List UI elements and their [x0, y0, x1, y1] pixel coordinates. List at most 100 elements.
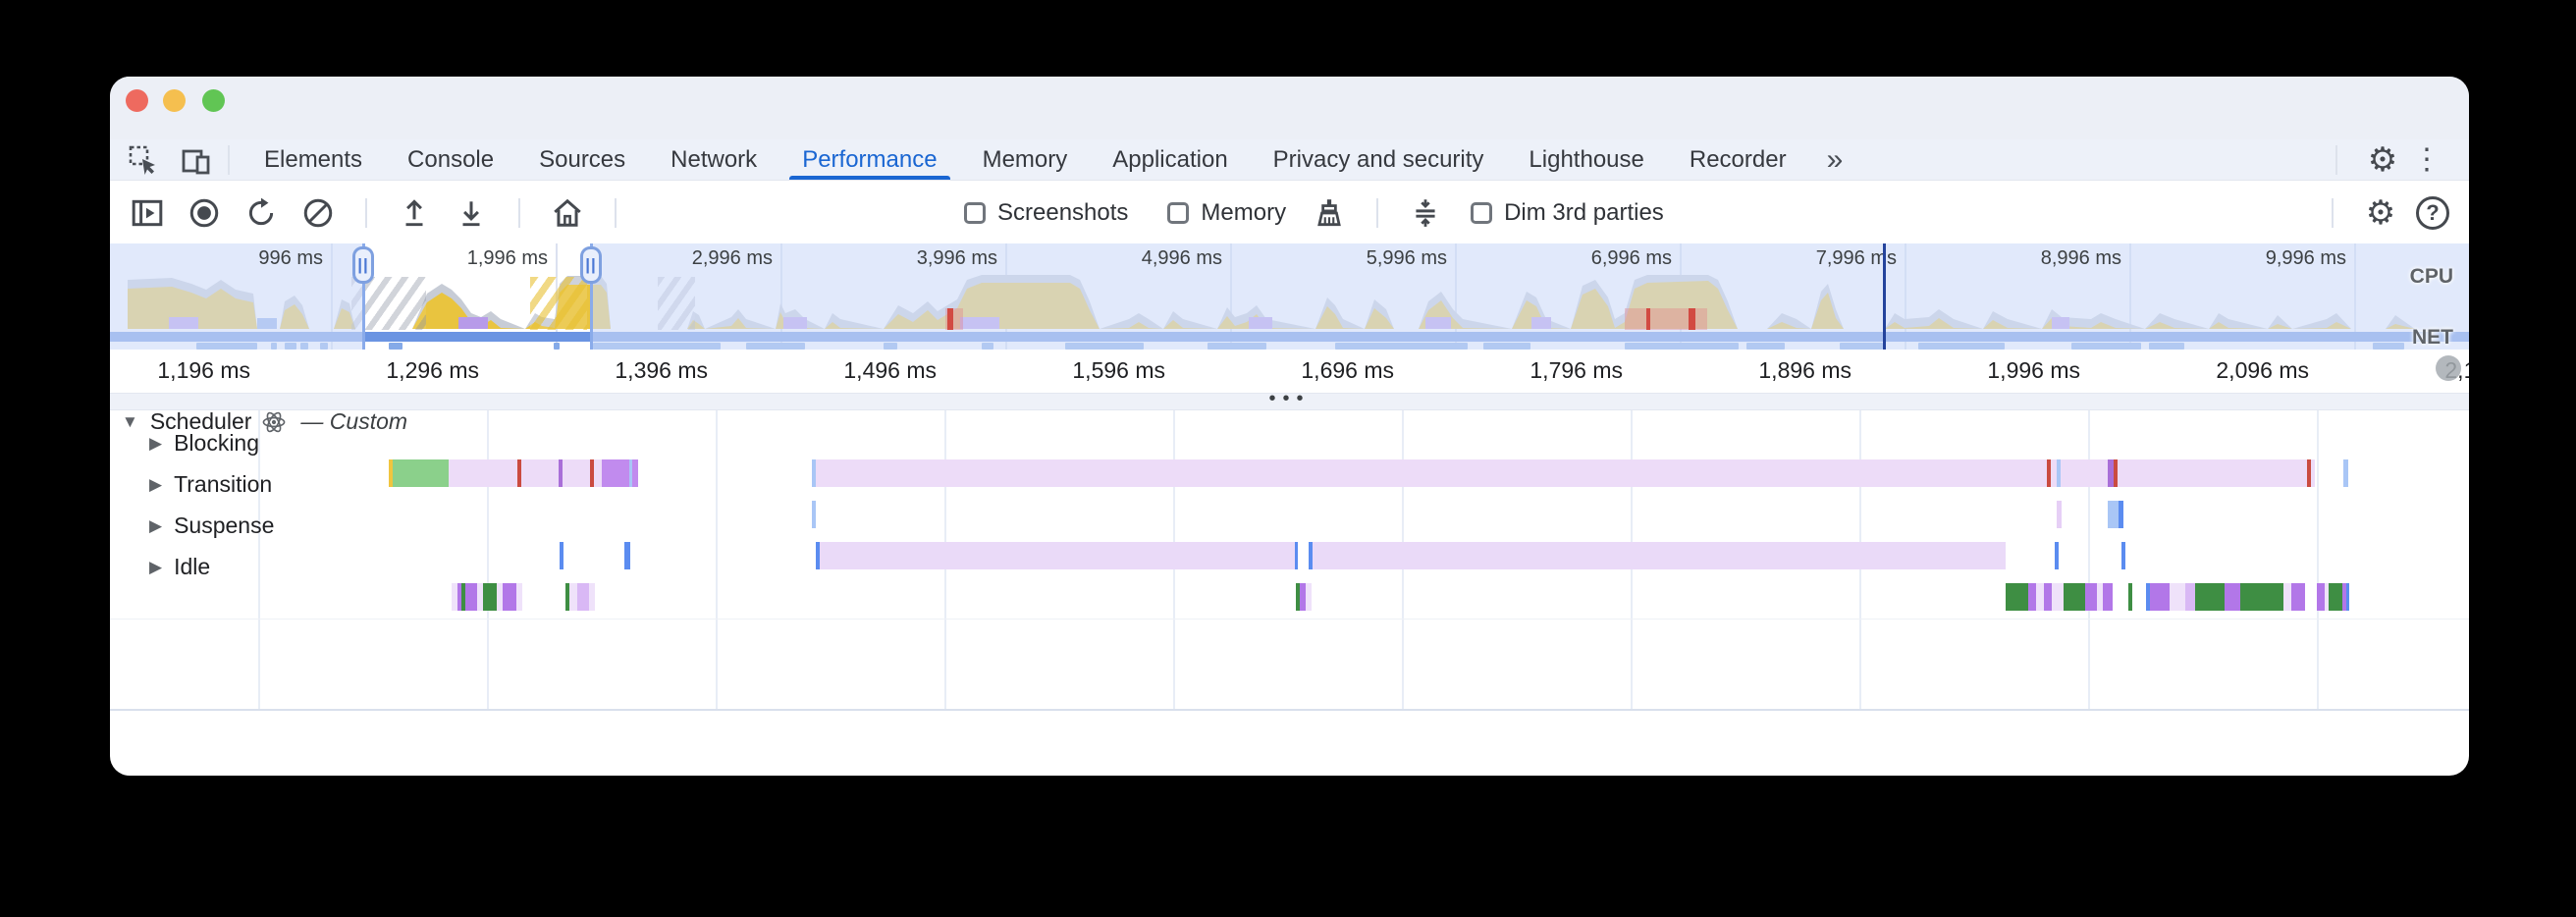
inspect-element-icon[interactable] [124, 143, 163, 177]
idle-span[interactable] [2006, 583, 2028, 611]
transition-span[interactable] [2119, 501, 2123, 528]
playhead-line[interactable] [1883, 243, 1886, 350]
zoom-window-button[interactable] [202, 89, 225, 112]
capture-settings-gear-icon[interactable]: ⚙ [2359, 191, 2402, 235]
tab-console[interactable]: Console [385, 139, 516, 180]
idle-span[interactable] [2028, 583, 2036, 611]
dim-3rd-parties-checkbox-group[interactable]: Dim 3rd parties [1471, 199, 1664, 227]
reload-and-record-icon[interactable] [240, 191, 283, 235]
idle-span[interactable] [503, 583, 516, 611]
blocking-span[interactable] [816, 459, 2047, 487]
idle-span[interactable] [2225, 583, 2240, 611]
idle-span[interactable] [2283, 583, 2291, 611]
blocking-span[interactable] [2061, 459, 2108, 487]
idle-span[interactable] [2346, 583, 2349, 611]
minimize-window-button[interactable] [163, 89, 186, 112]
screenshots-checkbox-group[interactable]: Screenshots [964, 199, 1128, 227]
suspense-span[interactable] [1295, 542, 1298, 569]
idle-span[interactable] [2150, 583, 2170, 611]
help-icon[interactable]: ? [2416, 196, 2449, 230]
suspense-span[interactable] [820, 542, 1295, 569]
idle-span[interactable] [2240, 583, 2283, 611]
idle-span[interactable] [2317, 583, 2325, 611]
idle-span[interactable] [2128, 583, 2132, 611]
toggle-sidebar-icon[interactable] [126, 191, 169, 235]
suspense-span[interactable] [560, 542, 564, 569]
suspense-span[interactable] [1313, 542, 2006, 569]
screenshots-checkbox[interactable] [964, 202, 986, 224]
blocking-span[interactable] [393, 459, 449, 487]
tab-privacy-and-security[interactable]: Privacy and security [1251, 139, 1507, 180]
blocking-span[interactable] [2311, 459, 2315, 487]
download-profile-icon[interactable] [450, 191, 493, 235]
scrollbar-thumb[interactable] [2436, 355, 2461, 381]
transition-span[interactable] [812, 501, 816, 528]
blocking-span[interactable] [563, 459, 590, 487]
idle-span[interactable] [516, 583, 522, 611]
tab-recorder[interactable]: Recorder [1667, 139, 1809, 180]
close-window-button[interactable] [126, 89, 148, 112]
long-task-marker-tick [1689, 308, 1695, 330]
scheduler-track-area[interactable]: ▼Scheduler— Custom▶Blocking▶Transition▶S… [110, 410, 2469, 709]
overview-tick-label: 5,996 ms [1280, 247, 1447, 270]
tab-memory[interactable]: Memory [960, 139, 1091, 180]
blocking-span[interactable] [521, 459, 559, 487]
tab-network[interactable]: Network [648, 139, 779, 180]
kebab-menu-icon[interactable]: ⋮ [2402, 142, 2451, 177]
memory-checkbox[interactable] [1167, 202, 1189, 224]
blocking-span[interactable] [2343, 459, 2348, 487]
idle-span[interactable] [2291, 583, 2305, 611]
suspense-span[interactable] [2121, 542, 2125, 569]
idle-span[interactable] [2329, 583, 2342, 611]
idle-span[interactable] [2064, 583, 2085, 611]
settings-gear-icon[interactable]: ⚙ [2363, 143, 2402, 177]
idle-span[interactable] [577, 583, 589, 611]
idle-span[interactable] [2085, 583, 2097, 611]
dim-3rd-parties-checkbox[interactable] [1471, 202, 1492, 224]
idle-span[interactable] [2052, 583, 2064, 611]
blocking-span[interactable] [594, 459, 602, 487]
idle-span[interactable] [483, 583, 497, 611]
tab-elements[interactable]: Elements [242, 139, 385, 180]
idle-span[interactable] [589, 583, 595, 611]
garbage-collect-icon[interactable] [1308, 191, 1351, 235]
selection-right-handle[interactable]: || [580, 246, 602, 284]
suspense-span[interactable] [2055, 542, 2059, 569]
idle-span[interactable] [2185, 583, 2195, 611]
transition-span[interactable] [2057, 501, 2062, 528]
memory-checkbox-group[interactable]: Memory [1167, 199, 1286, 227]
tab-lighthouse[interactable]: Lighthouse [1506, 139, 1666, 180]
more-tabs-icon[interactable]: » [1809, 143, 1857, 177]
suspense-span[interactable] [624, 542, 630, 569]
timeline-overview[interactable]: 996 ms1,996 ms2,996 ms3,996 ms4,996 ms5,… [110, 243, 2469, 350]
drag-dots-icon: ••• [1268, 394, 1310, 404]
expand-triangle-icon[interactable]: ▶ [149, 434, 162, 454]
collapse-triangle-icon[interactable]: ▼ [122, 412, 138, 432]
idle-span[interactable] [2170, 583, 2185, 611]
idle-span[interactable] [1306, 583, 1312, 611]
device-toolbar-icon[interactable] [177, 143, 216, 177]
blocking-span[interactable] [2118, 459, 2307, 487]
panel-resize-handle[interactable]: ••• [110, 393, 2469, 410]
clear-icon[interactable] [296, 191, 340, 235]
selection-left-handle[interactable]: || [352, 246, 374, 284]
idle-span[interactable] [465, 583, 477, 611]
idle-span[interactable] [2103, 583, 2113, 611]
idle-span[interactable] [569, 583, 577, 611]
divider [2332, 198, 2334, 228]
idle-span[interactable] [2195, 583, 2225, 611]
record-icon[interactable] [183, 191, 226, 235]
tab-application[interactable]: Application [1090, 139, 1250, 180]
collapse-tracks-icon[interactable] [1404, 191, 1447, 235]
transition-span[interactable] [2108, 501, 2119, 528]
blocking-span[interactable] [632, 459, 638, 487]
track-row-blocking[interactable]: ▶Blocking [149, 430, 259, 457]
home-live-metrics-icon[interactable] [546, 191, 589, 235]
tab-sources[interactable]: Sources [516, 139, 648, 180]
idle-span[interactable] [2036, 583, 2044, 611]
tab-performance[interactable]: Performance [779, 139, 959, 180]
idle-span[interactable] [2044, 583, 2052, 611]
blocking-span[interactable] [602, 459, 629, 487]
blocking-span[interactable] [449, 459, 517, 487]
upload-profile-icon[interactable] [393, 191, 436, 235]
